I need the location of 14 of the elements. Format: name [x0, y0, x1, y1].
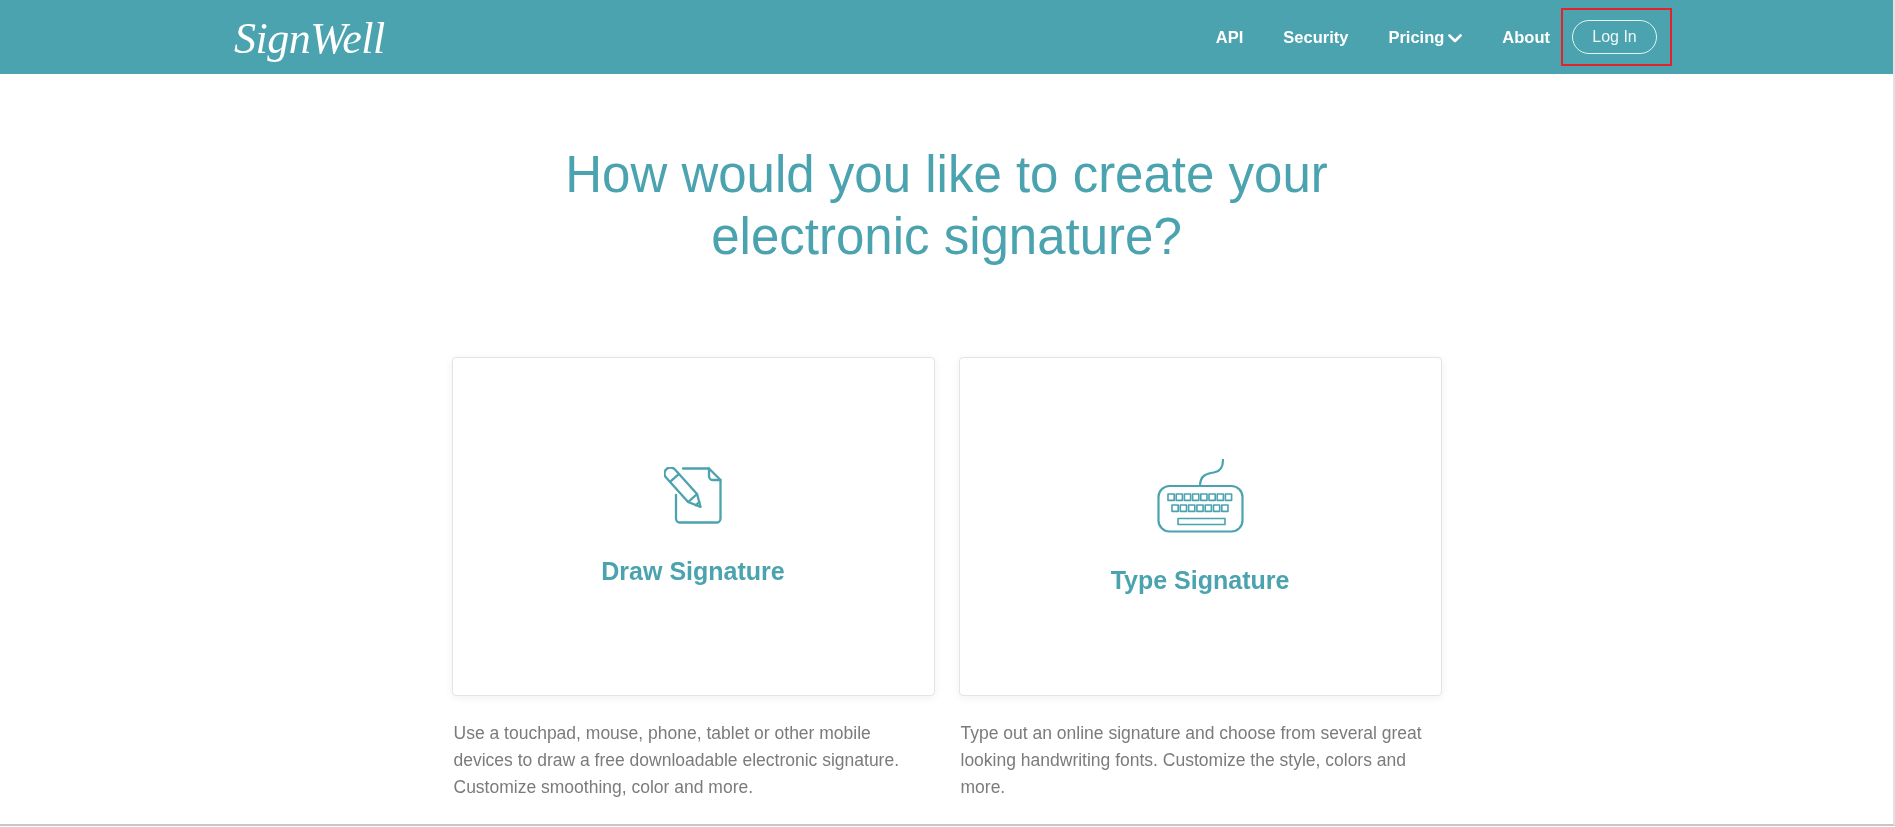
card-title: Type Signature	[1110, 564, 1290, 595]
nav-link[interactable]: Pricing	[1388, 27, 1463, 47]
card-title: Draw Signature	[601, 556, 785, 586]
logo-wordmark[interactable]: SignWell	[234, 13, 385, 61]
page-heading: How would you like to create your electronic signature?	[564, 145, 1329, 267]
keyboard-icon	[1156, 458, 1244, 533]
nav-link[interactable]: Security	[1283, 27, 1349, 47]
nav-link[interactable]: API	[1215, 27, 1244, 47]
card-description: Use a touchpad, mouse, phone, tablet or other mobile devices to draw a free downloadable electronic signature. Customize smoothing, color and more.	[453, 722, 901, 799]
pencil-document-icon	[664, 467, 722, 524]
option-card[interactable]: Draw Signature	[451, 357, 935, 696]
option-card[interactable]: Type Signature	[958, 357, 1442, 696]
card-description: Type out an online signature and choose from several great looking handwriting fonts. Customize the style, colors and more.	[960, 722, 1423, 799]
nav-link[interactable]: About	[1502, 27, 1550, 47]
